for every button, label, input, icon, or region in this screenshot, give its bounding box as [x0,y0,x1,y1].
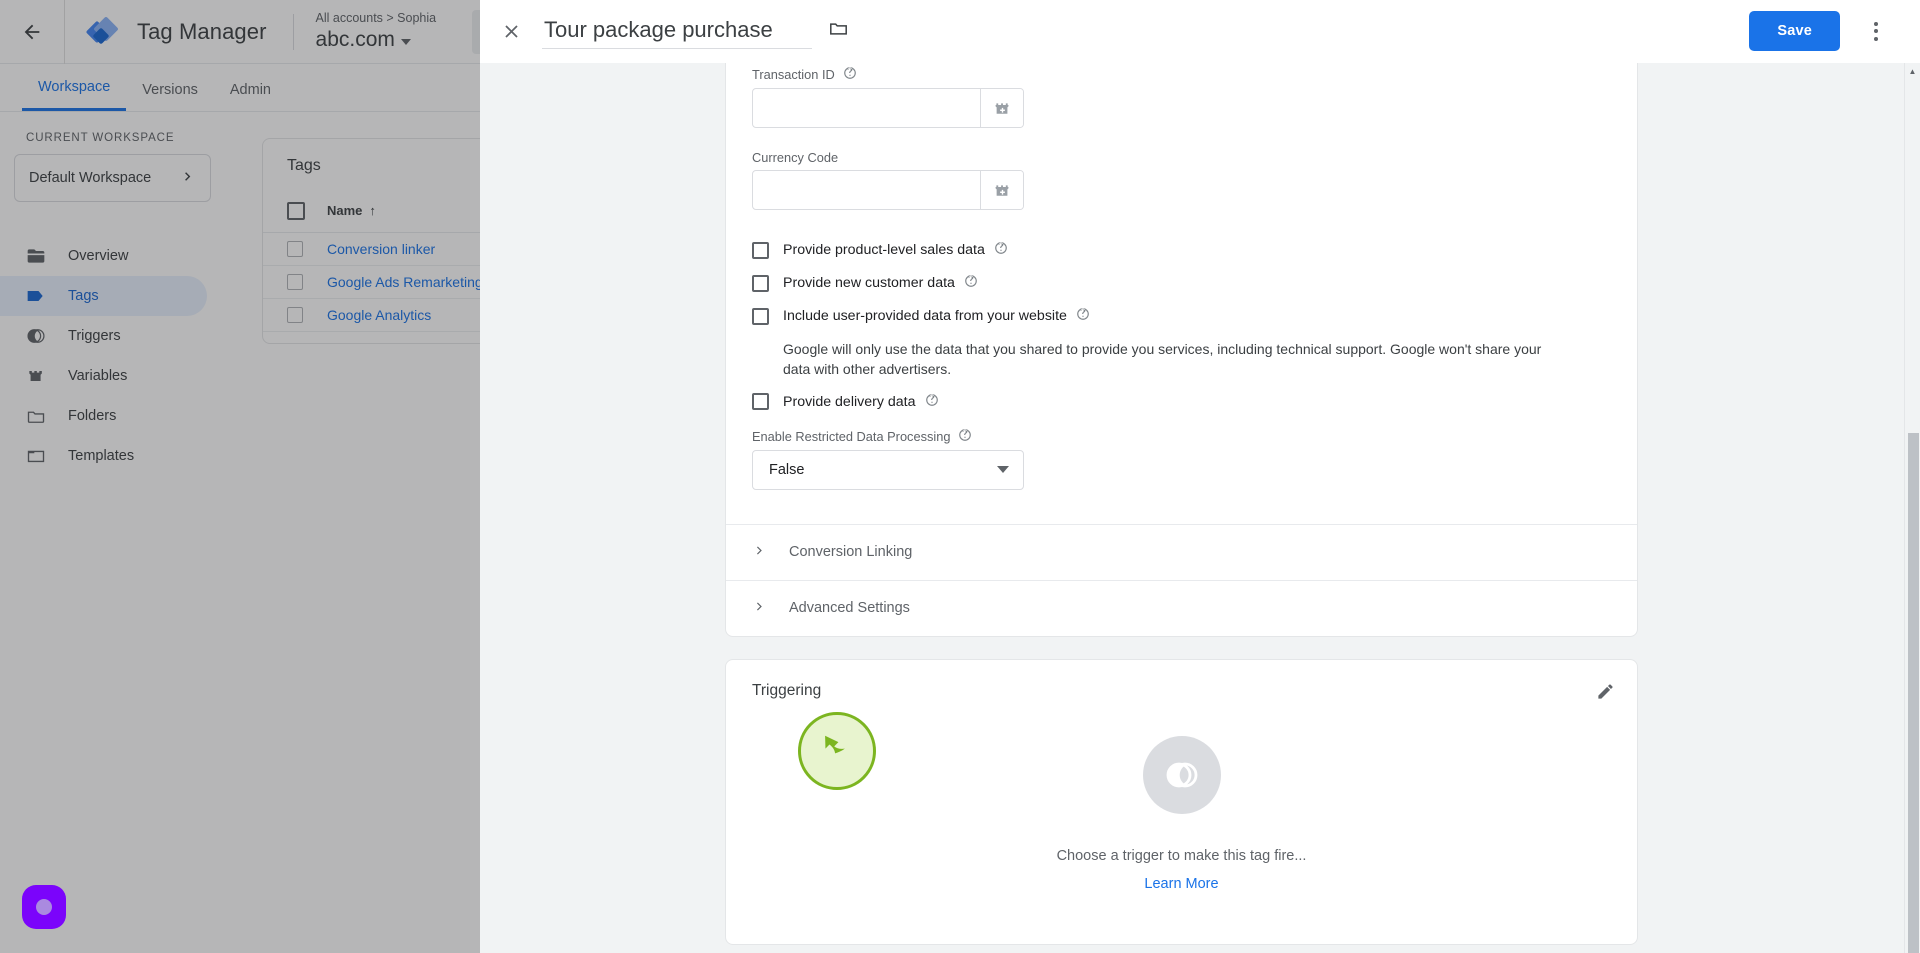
privacy-note: Google will only use the data that you s… [783,341,1542,378]
triggering-card: Triggering Choose a trigger to make this… [725,658,1638,945]
trigger-icon [1142,735,1221,814]
section-label: Conversion Linking [789,544,913,561]
field-label: Transaction ID [752,66,1611,88]
restricted-data-processing-select[interactable]: False [752,449,1024,490]
field-label: Enable Restricted Data Processing [752,428,1611,450]
checkbox-label-text: Provide new customer data [783,275,955,291]
checkbox-include-user-provided-data[interactable]: Include user-provided data from your web… [752,307,1611,325]
section-label: Advanced Settings [789,600,910,617]
checkbox-label: Provide product-level sales data [783,241,1008,259]
checkbox-label-text: Provide delivery data [783,393,916,410]
chevron-right-icon [752,543,767,562]
help-icon[interactable] [925,393,939,411]
close-icon[interactable] [480,0,542,63]
modal-scroll-area: Transaction ID Currency Code Provide pro… [480,63,1920,953]
chevron-right-icon [752,599,767,618]
curved-arrow-up-left-icon [816,728,858,775]
help-icon[interactable] [994,241,1008,259]
checkbox-box[interactable] [752,274,769,292]
help-icon[interactable] [958,428,972,445]
modal-title-area: Tour package purchase [542,14,849,49]
learn-more-link[interactable]: Learn More [1144,876,1218,892]
variable-picker-icon[interactable] [980,89,1023,127]
chevron-down-icon [997,466,1009,474]
more-vert-icon[interactable] [1852,7,1900,55]
triggering-message: Choose a trigger to make this tag fire..… [1056,847,1307,864]
checkbox-label: Provide delivery data [783,393,939,411]
checkbox-label: Include user-provided data from your web… [783,307,1090,325]
annotation-highlight [798,712,876,790]
tag-name-input[interactable]: Tour package purchase [542,14,812,49]
section-advanced-settings[interactable]: Advanced Settings [726,579,1637,636]
triggering-header: Triggering [726,660,1637,706]
variable-picker-icon[interactable] [980,171,1023,209]
field-label-text: Currency Code [752,150,839,165]
field-label-text: Transaction ID [752,67,835,82]
checkbox-label-text: Include user-provided data from your web… [783,308,1067,324]
checkbox-delivery-data[interactable]: Provide delivery data [752,393,1611,411]
transaction-id-input-wrap[interactable] [752,88,1024,128]
field-label-text: Enable Restricted Data Processing [752,428,951,444]
tag-edit-modal: Tour package purchase Save Transaction I… [480,0,1920,953]
record-dot-icon [36,899,52,915]
pencil-icon[interactable] [1596,682,1615,706]
field-label: Currency Code [752,150,1611,170]
currency-code-input[interactable] [753,171,980,209]
field-restricted-data-processing: Enable Restricted Data Processing False [752,428,1611,524]
recorder-fab-button[interactable] [22,885,66,929]
checkbox-new-customer-data[interactable]: Provide new customer data [752,274,1611,292]
select-value: False [769,461,805,478]
save-button[interactable]: Save [1749,11,1840,51]
checkbox-box[interactable] [752,241,769,259]
checkbox-box[interactable] [752,307,769,325]
folder-icon[interactable] [828,18,849,44]
help-icon[interactable] [1076,307,1090,325]
help-icon[interactable] [964,274,978,292]
section-conversion-linking[interactable]: Conversion Linking [726,523,1637,580]
modal-body: Transaction ID Currency Code Provide pro… [480,63,1920,953]
modal-scrollbar[interactable]: ▲ [1904,63,1920,953]
modal-header: Tour package purchase Save [480,0,1920,63]
scrollbar-thumb[interactable] [1908,433,1919,953]
checkbox-product-level-sales-data[interactable]: Provide product-level sales data [752,241,1611,259]
transaction-id-input[interactable] [753,89,980,127]
field-transaction-id: Transaction ID [752,66,1611,128]
field-currency-code: Currency Code [752,150,1611,210]
checkbox-label: Provide new customer data [783,274,978,292]
tag-configuration-card: Transaction ID Currency Code Provide pro… [725,63,1638,637]
triggering-title: Triggering [752,681,822,699]
currency-code-input-wrap[interactable] [752,170,1024,210]
checkbox-label-text: Provide product-level sales data [783,242,985,258]
scroll-up-arrow-icon[interactable]: ▲ [1905,63,1920,79]
help-icon[interactable] [843,66,857,83]
checkbox-box[interactable] [752,393,769,411]
